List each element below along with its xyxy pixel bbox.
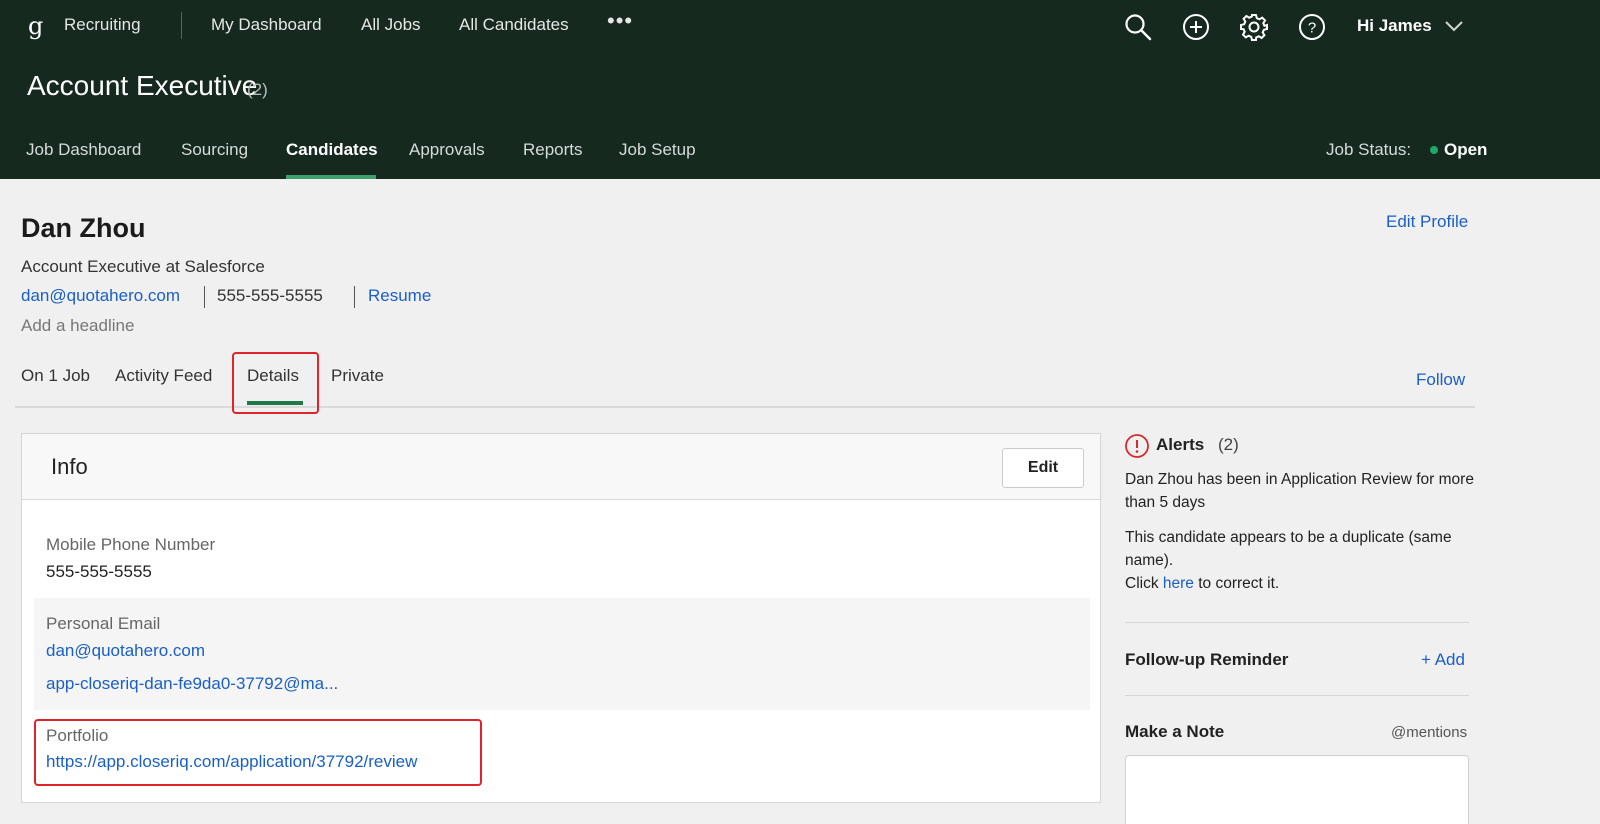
tab-candidates[interactable]: Candidates: [286, 140, 378, 160]
portfolio-highlight: [34, 719, 482, 786]
note-textarea[interactable]: [1125, 755, 1469, 824]
svg-text:?: ?: [1308, 20, 1316, 37]
mobile-phone-value: 555-555-5555: [46, 562, 152, 581]
panel-divider: [1125, 622, 1469, 623]
nav-all-candidates[interactable]: All Candidates: [459, 15, 569, 35]
tab-approvals[interactable]: Approvals: [409, 140, 485, 160]
tab-sourcing[interactable]: Sourcing: [181, 140, 248, 160]
info-title: Info: [51, 454, 88, 479]
personal-email-link[interactable]: dan@quotahero.com: [46, 641, 205, 661]
add-icon[interactable]: [1181, 12, 1211, 42]
tab-private[interactable]: Private: [331, 366, 384, 386]
alerts-count: (2): [1218, 435, 1239, 454]
make-a-note-title: Make a Note: [1125, 722, 1225, 741]
search-icon[interactable]: [1123, 12, 1153, 42]
greenhouse-logo[interactable]: g: [28, 12, 43, 40]
app-name[interactable]: Recruiting: [64, 15, 141, 35]
contact-divider: [354, 286, 355, 308]
tab-activity-feed[interactable]: Activity Feed: [115, 366, 212, 386]
add-headline[interactable]: Add a headline: [21, 316, 134, 336]
personal-email-label: Personal Email: [46, 614, 161, 633]
job-candidate-count: (2): [247, 80, 268, 99]
follow-up-reminder-title: Follow-up Reminder: [1125, 650, 1289, 669]
alerts-title: Alerts: [1156, 435, 1205, 454]
tab-on-1-job[interactable]: On 1 Job: [21, 366, 90, 386]
add-reminder-link[interactable]: + Add: [1421, 650, 1465, 670]
mobile-phone-label: Mobile Phone Number: [46, 535, 216, 554]
tab-job-setup[interactable]: Job Setup: [619, 140, 696, 160]
chevron-down-icon[interactable]: [1444, 19, 1464, 38]
help-icon[interactable]: ?: [1297, 12, 1327, 42]
nav-all-jobs[interactable]: All Jobs: [361, 15, 421, 35]
job-status-label: Job Status:: [1326, 140, 1412, 159]
candidate-email-link[interactable]: dan@quotahero.com: [21, 286, 180, 306]
top-nav: g Recruiting My Dashboard All Jobs All C…: [0, 0, 1600, 52]
contact-divider: [204, 286, 205, 308]
alert-duplicate-text: This candidate appears to be a duplicate…: [1125, 529, 1452, 569]
candidate-role: Account Executive at Salesforce: [21, 257, 265, 276]
panel-divider: [1125, 695, 1469, 696]
alert-icon: [1124, 433, 1150, 464]
nav-my-dashboard[interactable]: My Dashboard: [211, 15, 322, 35]
edit-profile-link[interactable]: Edit Profile: [1386, 212, 1468, 232]
job-status-value[interactable]: Open: [1444, 140, 1487, 160]
mentions-hint: @mentions: [1391, 724, 1468, 741]
follow-link[interactable]: Follow: [1416, 370, 1465, 390]
candidate-name: Dan Zhou: [21, 213, 146, 243]
nav-divider: [181, 12, 182, 39]
personal-email-link[interactable]: app-closeriq-dan-fe9da0-37792@ma...: [46, 674, 338, 694]
correct-duplicate-link[interactable]: here: [1163, 575, 1194, 592]
gear-icon[interactable]: [1239, 12, 1269, 42]
active-tab-indicator: [286, 175, 376, 179]
details-tab-highlight: [232, 352, 319, 414]
alert-duplicate-tail: to correct it.: [1193, 575, 1280, 592]
user-menu[interactable]: Hi James: [1357, 16, 1432, 36]
more-menu-icon[interactable]: •••: [607, 8, 633, 34]
alert-duplicate-click: Click: [1125, 575, 1163, 592]
candidate-phone: 555-555-5555: [217, 286, 323, 305]
edit-info-button[interactable]: Edit: [1002, 448, 1084, 488]
app-header: g Recruiting My Dashboard All Jobs All C…: [0, 0, 1600, 179]
alert-duplicate: This candidate appears to be a duplicate…: [1125, 526, 1475, 595]
job-title: Account Executive: [27, 70, 258, 101]
info-card-header: Info Edit: [22, 434, 1100, 500]
status-dot-icon: [1430, 146, 1438, 154]
resume-link[interactable]: Resume: [368, 286, 431, 306]
alert-application-review: Dan Zhou has been in Application Review …: [1125, 471, 1474, 511]
tab-reports[interactable]: Reports: [523, 140, 583, 160]
tab-job-dashboard[interactable]: Job Dashboard: [26, 140, 141, 160]
